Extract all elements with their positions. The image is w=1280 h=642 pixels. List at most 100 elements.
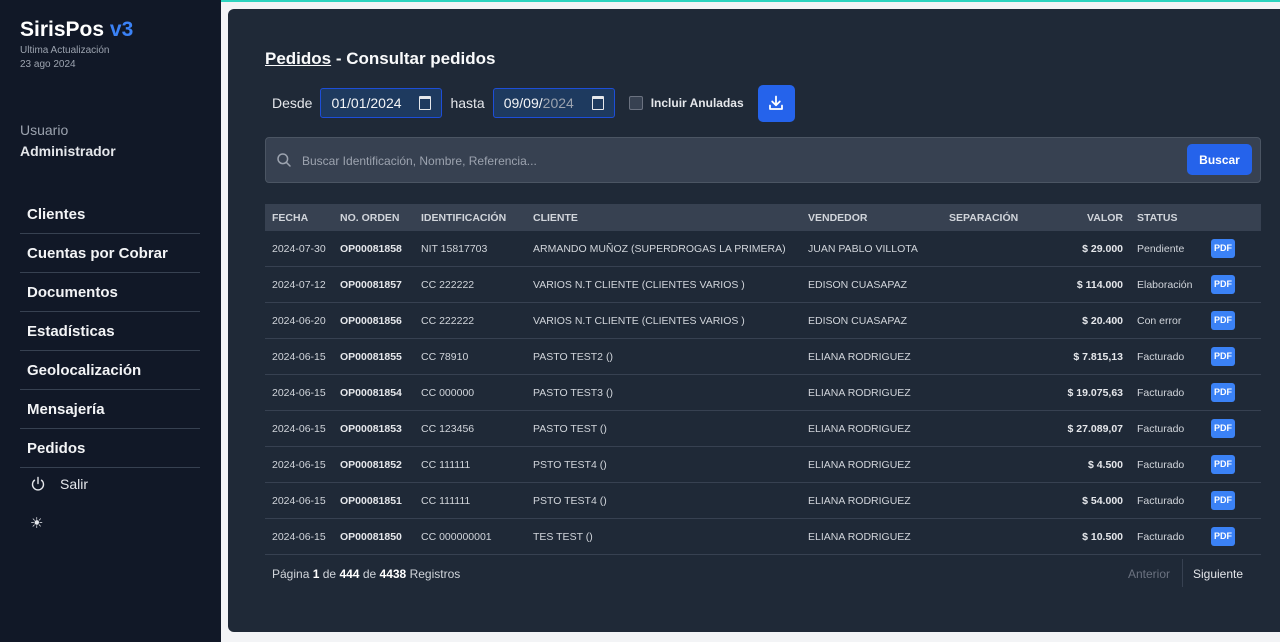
cell-status: Facturado [1130,338,1204,375]
sidebar-item-estadisticas[interactable]: Estadísticas [20,312,200,351]
pdf-button[interactable]: PDF [1211,491,1235,510]
cell-pdf: PDF [1204,518,1261,555]
cell-separacion [942,410,1036,447]
pdf-button[interactable]: PDF [1211,275,1235,294]
cell-orden: OP00081858 [333,231,414,267]
sidebar-item-geolocalizacion[interactable]: Geolocalización [20,351,200,390]
cell-vendedor: ELIANA RODRIGUEZ [801,338,942,375]
table-row[interactable]: 2024-06-15 OP00081854 CC 000000 PASTO TEST3… [265,374,1261,411]
sidebar-item-pedidos[interactable]: Pedidos [20,429,200,468]
cell-cliente: PSTO TEST4 () [526,482,801,519]
sidebar-item-cuentas-por-cobrar[interactable]: Cuentas por Cobrar [20,234,200,273]
orders-table: FECHA NO. ORDEN IDENTIFICACIÓN CLIENTE V… [265,204,1261,555]
cell-status: Facturado [1130,374,1204,411]
from-date-input[interactable]: 01/01/2024 [320,88,443,118]
sidebar-item-documentos[interactable]: Documentos [20,273,200,312]
cell-status: Facturado [1130,410,1204,447]
cell-identificacion: CC 78910 [414,338,526,375]
cell-vendedor: ELIANA RODRIGUEZ [801,410,942,447]
pdf-button[interactable]: PDF [1211,239,1235,258]
cell-valor: $ 19.075,63 [1036,374,1130,411]
cell-vendedor: EDISON CUASAPAZ [801,266,942,303]
cell-orden: OP00081853 [333,410,414,447]
cell-fecha: 2024-06-15 [265,410,333,447]
pager-total-pages: 444 [339,567,360,581]
cell-orden: OP00081852 [333,446,414,483]
table-row[interactable]: 2024-06-15 OP00081855 CC 78910 PASTO TEST2 … [265,338,1261,375]
page-title-text: - Consultar pedidos [331,49,496,68]
cell-vendedor: EDISON CUASAPAZ [801,302,942,339]
col-no-orden: NO. ORDEN [340,211,400,224]
table-row[interactable]: 2024-07-12 OP00081857 CC 222222 VARIOS N.T … [265,266,1261,303]
cell-identificacion: CC 111111 [414,446,526,483]
cell-cliente: ARMANDO MUÑOZ (SUPERDROGAS LA PRIMERA) [526,231,801,267]
cell-separacion [942,302,1036,339]
col-actions [1204,204,1261,231]
pdf-button[interactable]: PDF [1211,419,1235,438]
cell-pdf: PDF [1204,231,1261,267]
cell-status: Facturado [1130,482,1204,519]
search-button[interactable]: Buscar [1187,144,1252,175]
table-row[interactable]: 2024-06-20 OP00081856 CC 222222 VARIOS N.T … [265,302,1261,339]
table-row[interactable]: 2024-07-30 OP00081858 NIT 15817703 ARMANDO … [265,231,1261,267]
cell-fecha: 2024-07-12 [265,266,333,303]
cell-status: Elaboración [1130,266,1204,303]
include-void-label: Incluir Anuladas [650,96,744,110]
cell-cliente: TES TEST () [526,518,801,555]
next-page-button[interactable]: Siguiente [1193,567,1243,581]
cell-cliente: VARIOS N.T CLIENTE (CLIENTES VARIOS ) [526,302,801,339]
col-vendedor: VENDEDOR [808,211,868,224]
download-icon [769,95,784,110]
col-separacion: SEPARACIÓN [949,211,1019,224]
breadcrumb-pedidos[interactable]: Pedidos [265,49,331,68]
sidebar-item-mensajeria[interactable]: Mensajería [20,390,200,429]
search-bar: Buscar [265,137,1261,183]
date-filters: Desde 01/01/2024 hasta 09/09/2024 Inclui… [272,84,795,122]
logout-button[interactable]: Salir [30,476,88,492]
pager-divider [1182,559,1183,587]
cell-cliente: PASTO TEST () [526,410,801,447]
include-void-checkbox[interactable] [628,96,643,110]
cell-separacion [942,518,1036,555]
cell-separacion [942,266,1036,303]
col-fecha: FECHA [272,211,309,224]
cell-valor: $ 27.089,07 [1036,410,1130,447]
cell-cliente: PSTO TEST4 () [526,446,801,483]
cell-separacion [942,338,1036,375]
cell-pdf: PDF [1204,482,1261,519]
pdf-button[interactable]: PDF [1211,347,1235,366]
table-row[interactable]: 2024-06-15 OP00081853 CC 123456 PASTO TEST … [265,410,1261,447]
prev-page-button[interactable]: Anterior [1128,567,1170,581]
pdf-button[interactable]: PDF [1211,311,1235,330]
cell-separacion [942,231,1036,267]
cell-valor: $ 4.500 [1036,446,1130,483]
cell-vendedor: ELIANA RODRIGUEZ [801,518,942,555]
cell-cliente: VARIOS N.T CLIENTE (CLIENTES VARIOS ) [526,266,801,303]
cell-status: Facturado [1130,518,1204,555]
from-label: Desde [272,95,313,111]
pdf-button[interactable]: PDF [1211,527,1235,546]
theme-toggle[interactable]: ☀ [30,514,43,532]
cell-status: Facturado [1130,446,1204,483]
search-icon [277,153,291,167]
table-row[interactable]: 2024-06-15 OP00081850 CC 000000001 TES TEST… [265,518,1261,555]
calendar-icon[interactable] [419,96,432,110]
sidebar-item-clientes[interactable]: Clientes [20,195,200,234]
to-date-input[interactable]: 09/09/2024 [492,88,615,118]
download-button[interactable] [757,84,795,122]
pdf-button[interactable]: PDF [1211,455,1235,474]
table-row[interactable]: 2024-06-15 OP00081852 CC 111111 PSTO TEST4 … [265,446,1261,483]
cell-orden: OP00081857 [333,266,414,303]
to-date-day-month: 09/09/ [503,95,543,111]
cell-identificacion: NIT 15817703 [414,231,526,267]
user-name: Administrador [20,143,116,159]
cell-orden: OP00081854 [333,374,414,411]
search-input[interactable] [300,148,1174,174]
pdf-button[interactable]: PDF [1211,383,1235,402]
pager-total-records: 4438 [379,567,407,581]
calendar-icon[interactable] [591,96,604,110]
table-row[interactable]: 2024-06-15 OP00081851 CC 111111 PSTO TEST4 … [265,482,1261,519]
cell-cliente: PASTO TEST3 () [526,374,801,411]
cell-status: Pendiente [1130,231,1204,267]
cell-valor: $ 10.500 [1036,518,1130,555]
